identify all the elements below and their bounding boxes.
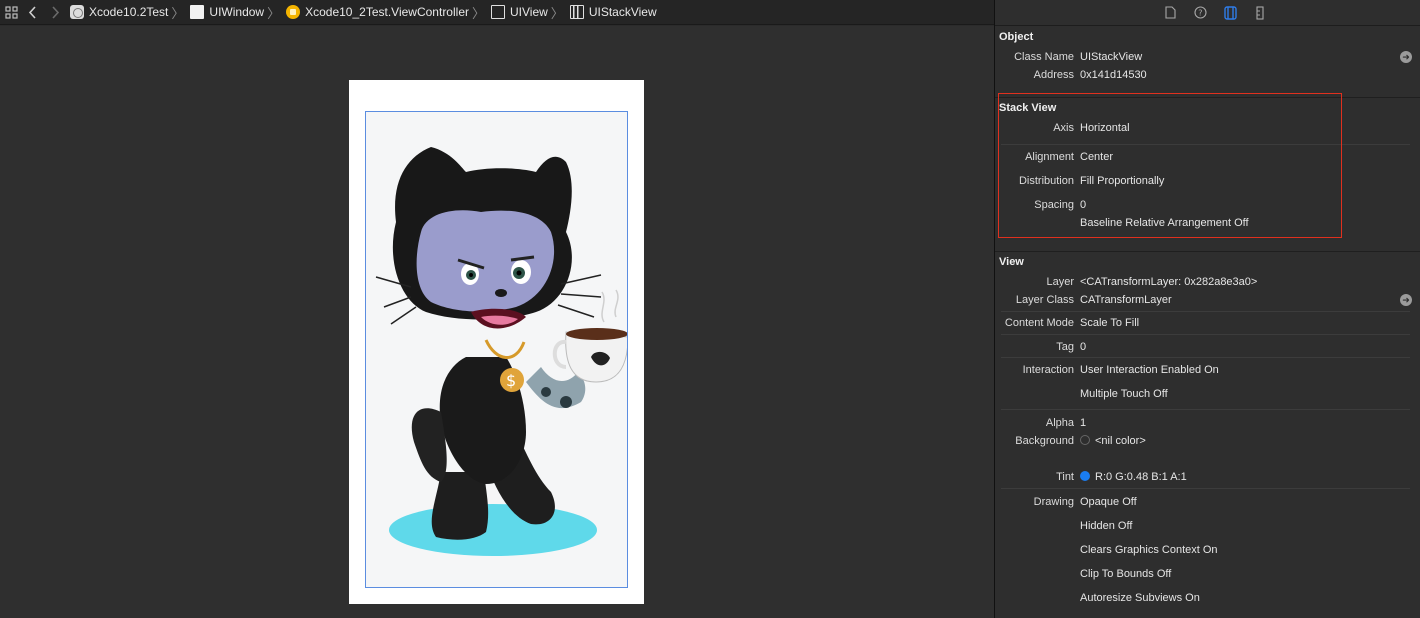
field-label: Class Name <box>1014 51 1074 63</box>
stack-view-frame[interactable]: $ <box>365 111 628 588</box>
clears-value: Clears Graphics Context On <box>1080 544 1218 556</box>
forward-chevron-icon[interactable] <box>44 0 66 25</box>
layer-class-value: CATransformLayer <box>1080 294 1172 306</box>
back-chevron-icon[interactable] <box>22 0 44 25</box>
breadcrumb-label: UIWindow <box>209 5 265 19</box>
row-separator <box>1001 357 1410 358</box>
tint-color-swatch <box>1080 471 1090 481</box>
field-label: Drawing <box>1033 496 1074 508</box>
clears-row: Clears Graphics Context On <box>995 542 1420 558</box>
background-row: Background <nil color> <box>995 433 1420 449</box>
inspector-tab-bar: ? <box>995 0 1420 26</box>
row-separator <box>1001 488 1410 489</box>
row-separator <box>1001 311 1410 312</box>
layer-class-row: Layer Class CATransformLayer ➜ <box>995 292 1420 308</box>
class-name-value: UIStackView <box>1080 51 1143 63</box>
svg-text:$: $ <box>506 371 516 390</box>
layer-value: <CATransformLayer: 0x282a8e3a0> <box>1080 276 1258 288</box>
svg-text:?: ? <box>1198 9 1202 18</box>
row-separator <box>1001 409 1410 410</box>
size-inspector-icon[interactable] <box>1245 0 1275 26</box>
navigate-arrow-icon[interactable]: ➜ <box>1400 51 1412 63</box>
breadcrumb-separator-icon: 〉 <box>471 5 485 21</box>
field-label: Layer Class <box>1015 294 1074 306</box>
device-screen[interactable]: $ <box>349 80 644 604</box>
content-mode-value: Scale To Fill <box>1080 317 1140 329</box>
nil-color-swatch <box>1080 435 1090 445</box>
alpha-row: Alpha 1 <box>995 415 1420 431</box>
content-mode-row: Content Mode Scale To Fill <box>995 315 1420 331</box>
field-label: Background <box>1015 435 1074 447</box>
tint-value: R:0 G:0.48 B:1 A:1 <box>1080 469 1187 485</box>
breadcrumb-separator-icon: 〉 <box>550 5 564 21</box>
breadcrumb-label: UIStackView <box>588 5 657 19</box>
jump-bar: Xcode10.2Test 〉 UIWindow 〉 Xcode10_2Test… <box>0 0 995 25</box>
breadcrumb-label: Xcode10.2Test <box>89 5 169 19</box>
breadcrumb-stack-view[interactable]: UIStackView <box>569 0 657 25</box>
layer-row: Layer <CATransformLayer: 0x282a8e3a0> <box>995 274 1420 290</box>
user-interaction-value: User Interaction Enabled On <box>1080 364 1219 376</box>
multiple-touch-row: Multiple Touch Off <box>995 386 1420 402</box>
row-separator <box>1001 334 1410 335</box>
stack-view-icon <box>569 5 584 19</box>
field-label: Alpha <box>1045 417 1074 429</box>
background-value: <nil color> <box>1080 433 1146 449</box>
multiple-touch-value: Multiple Touch Off <box>1080 388 1168 400</box>
breadcrumb-project[interactable]: Xcode10.2Test <box>70 0 168 25</box>
section-title: Object <box>999 31 1034 43</box>
field-label: Interaction <box>1022 364 1074 376</box>
tag-row: Tag 0 <box>995 339 1420 355</box>
octocat-image: $ <box>375 147 627 556</box>
object-section: Object Class Name UIStackView ➜ Address … <box>995 26 1420 98</box>
file-inspector-icon[interactable] <box>1155 0 1185 26</box>
breadcrumb-separator-icon: 〉 <box>171 5 185 21</box>
autoresize-value: Autoresize Subviews On <box>1080 592 1200 604</box>
view-icon <box>491 5 505 19</box>
object-inspector-icon[interactable] <box>1215 0 1245 26</box>
view-section: View Layer <CATransformLayer: 0x282a8e3a… <box>995 252 1420 618</box>
alpha-value: 1 <box>1080 417 1087 429</box>
address-value: 0x141d14530 <box>1080 69 1147 81</box>
tint-row: Tint R:0 G:0.48 B:1 A:1 <box>995 469 1420 485</box>
clip-value: Clip To Bounds Off <box>1080 568 1172 580</box>
xcode-project-icon <box>70 5 84 19</box>
background-color-text: <nil color> <box>1095 435 1146 447</box>
hidden-value: Hidden Off <box>1080 520 1133 532</box>
tint-color-text: R:0 G:0.48 B:1 A:1 <box>1095 471 1187 483</box>
address-row: Address 0x141d14530 <box>995 67 1420 83</box>
interaction-row: Interaction User Interaction Enabled On <box>995 362 1420 378</box>
breadcrumb-separator-icon: 〉 <box>267 5 281 21</box>
field-label: Tint <box>1056 471 1074 483</box>
autoresize-row: Autoresize Subviews On <box>995 590 1420 606</box>
tag-value: 0 <box>1080 341 1087 353</box>
view-debugger-canvas[interactable]: $ <box>0 26 995 618</box>
breadcrumb-window[interactable]: UIWindow <box>190 0 264 25</box>
field-label: Content Mode <box>1004 317 1074 329</box>
class-name-row: Class Name UIStackView ➜ <box>995 49 1420 65</box>
clip-row: Clip To Bounds Off <box>995 566 1420 582</box>
breadcrumb-label: Xcode10_2Test.ViewController <box>305 5 469 19</box>
view-controller-icon <box>286 5 301 19</box>
field-label: Address <box>1033 69 1074 81</box>
highlight-annotation-box <box>998 93 1342 238</box>
section-title: View <box>999 256 1024 268</box>
navigate-arrow-icon[interactable]: ➜ <box>1400 294 1412 306</box>
window-icon <box>190 5 205 19</box>
opaque-value: Opaque Off <box>1080 496 1137 508</box>
breadcrumb-view-controller[interactable]: Xcode10_2Test.ViewController <box>286 0 469 25</box>
field-label: Tag <box>1056 341 1074 353</box>
related-items-icon[interactable] <box>0 0 22 25</box>
breadcrumb-view[interactable]: UIView <box>491 0 548 25</box>
help-inspector-icon[interactable]: ? <box>1185 0 1215 26</box>
hidden-row: Hidden Off <box>995 518 1420 534</box>
drawing-row: Drawing Opaque Off <box>995 494 1420 510</box>
field-label: Layer <box>1046 276 1074 288</box>
breadcrumb-label: UIView <box>510 5 548 19</box>
